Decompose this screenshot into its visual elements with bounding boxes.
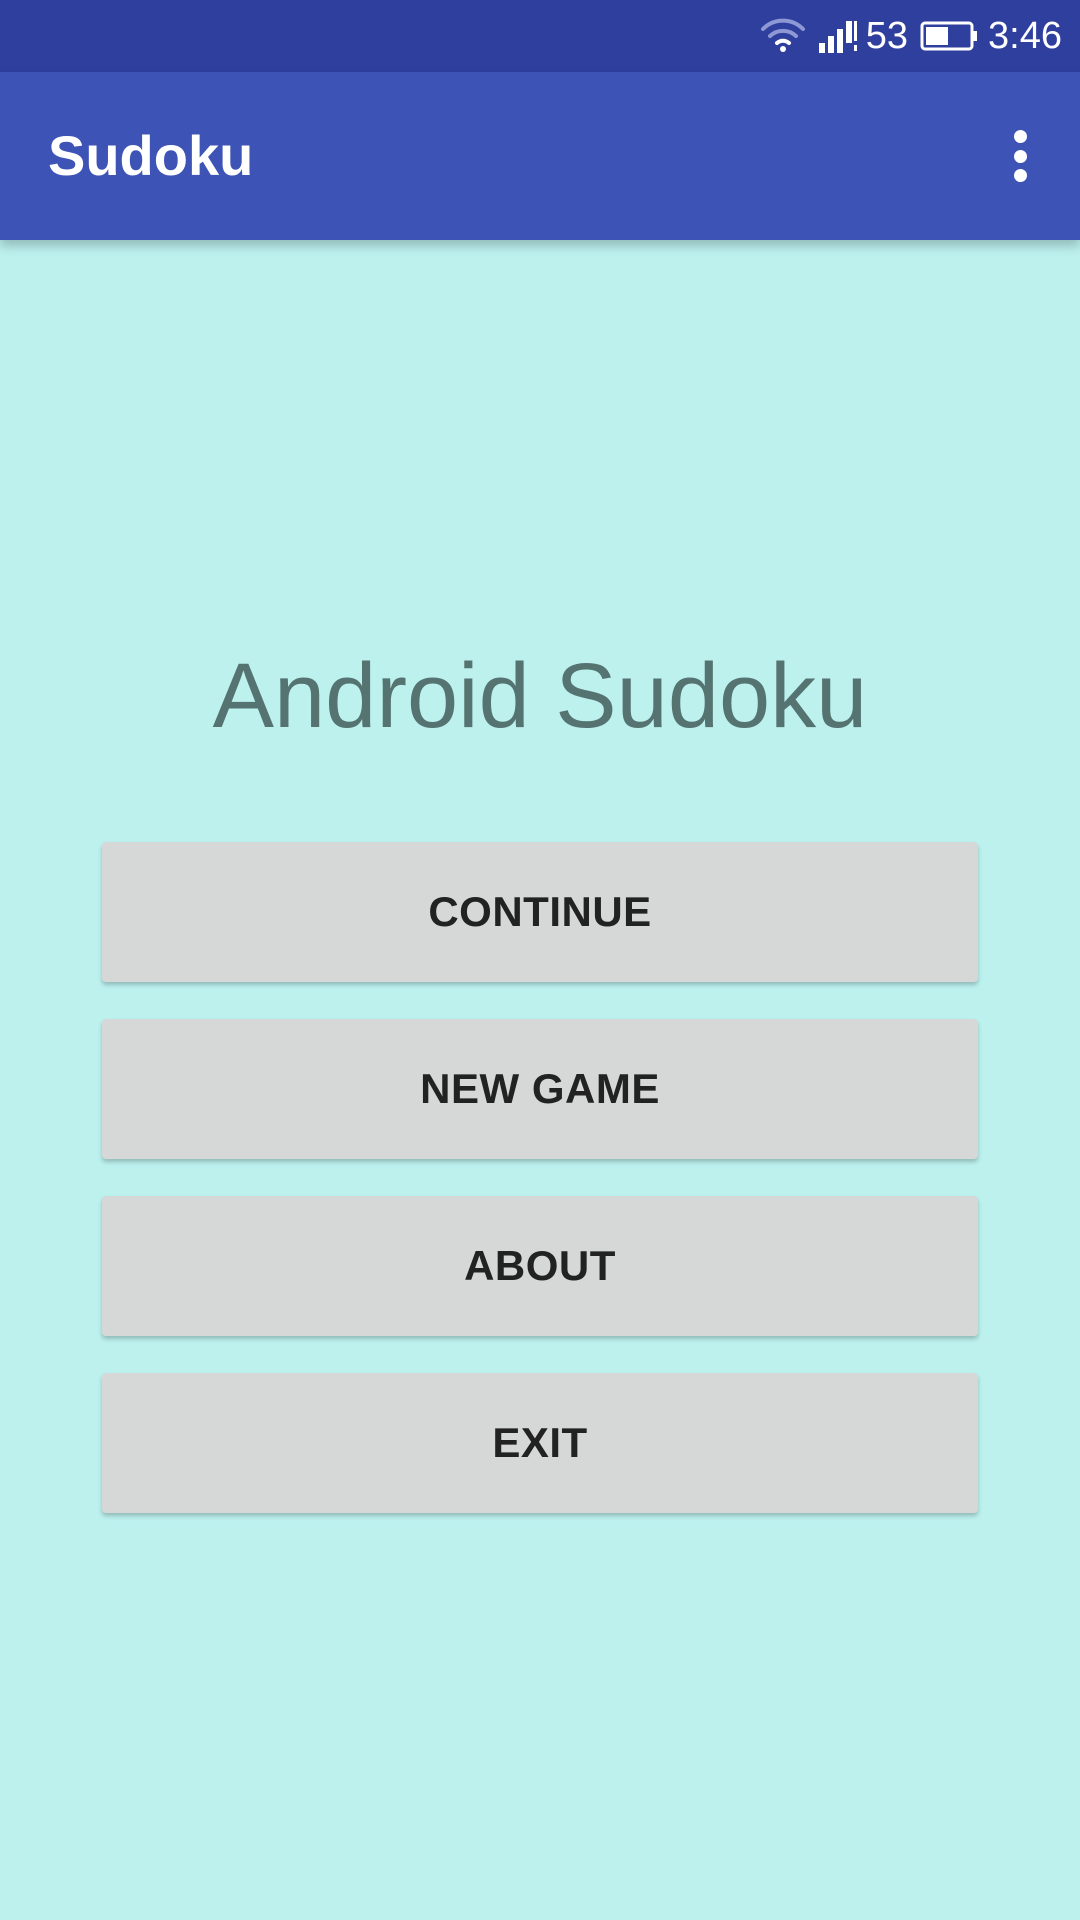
- overflow-dot: [1013, 169, 1027, 182]
- sudoku-main-screen: 53 3:46 Sudoku Android Sudoku CONTINUE N…: [0, 0, 1080, 1920]
- overflow-dot: [1013, 149, 1027, 163]
- wifi-icon: [760, 18, 806, 54]
- signal-strength-text: 53: [865, 15, 909, 57]
- app-title: Sudoku: [48, 124, 254, 187]
- app-bar: Sudoku: [0, 72, 1080, 240]
- status-time: 3:46: [988, 15, 1062, 57]
- status-bar: 53 3:46: [0, 0, 1080, 72]
- exit-button[interactable]: EXIT: [102, 1373, 978, 1513]
- about-button[interactable]: ABOUT: [102, 1196, 978, 1336]
- new-game-button[interactable]: NEW GAME: [102, 1019, 978, 1159]
- battery-icon: [920, 20, 980, 52]
- page-title: Android Sudoku: [212, 645, 868, 747]
- overflow-dot: [1013, 130, 1027, 143]
- continue-button[interactable]: CONTINUE: [102, 842, 978, 982]
- more-vert-icon[interactable]: [988, 122, 1052, 190]
- cell-signal-icon: [818, 19, 858, 53]
